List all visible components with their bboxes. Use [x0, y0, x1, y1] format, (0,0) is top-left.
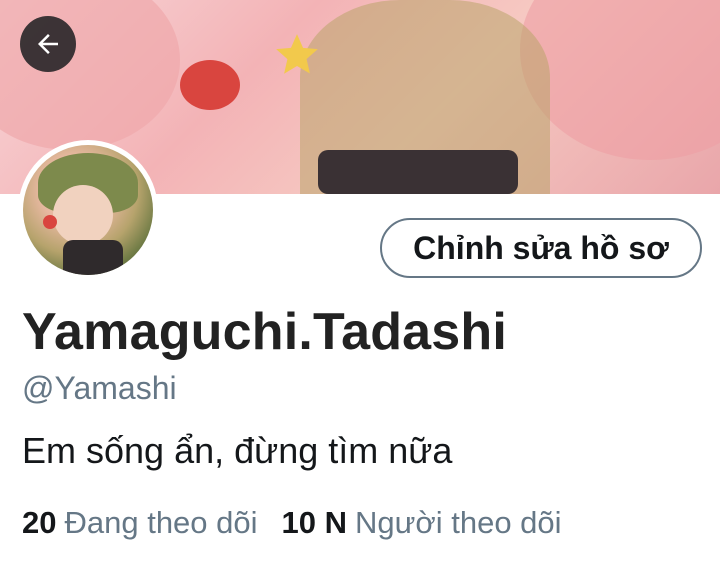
arrow-left-icon: [38, 34, 58, 54]
banner-decoration: [0, 0, 180, 150]
back-button[interactable]: [20, 16, 76, 72]
profile-bio: Em sống ẩn, đừng tìm nữa: [22, 430, 453, 471]
following-count: 20: [22, 505, 57, 540]
following-label: Đang theo dõi: [64, 505, 258, 540]
avatar[interactable]: [18, 140, 158, 280]
banner-decoration: [520, 0, 720, 160]
profile-handle: @Yamashi: [22, 370, 177, 406]
edit-profile-button[interactable]: Chỉnh sửa hồ sơ: [380, 218, 702, 278]
profile-display-name: Yamaguchi.Tadashi: [22, 303, 508, 361]
following-link[interactable]: 20 Đang theo dõi: [22, 505, 258, 541]
profile-stats: 20 Đang theo dõi 10 N Người theo dõi: [22, 505, 562, 541]
followers-count: 10 N: [281, 505, 348, 540]
followers-label: Người theo dõi: [355, 505, 562, 540]
banner-decoration: [318, 150, 518, 194]
avatar-image: [23, 145, 153, 275]
followers-link[interactable]: 10 N Người theo dõi: [282, 505, 562, 541]
star-icon: [276, 34, 318, 74]
banner-decoration: [180, 60, 240, 110]
